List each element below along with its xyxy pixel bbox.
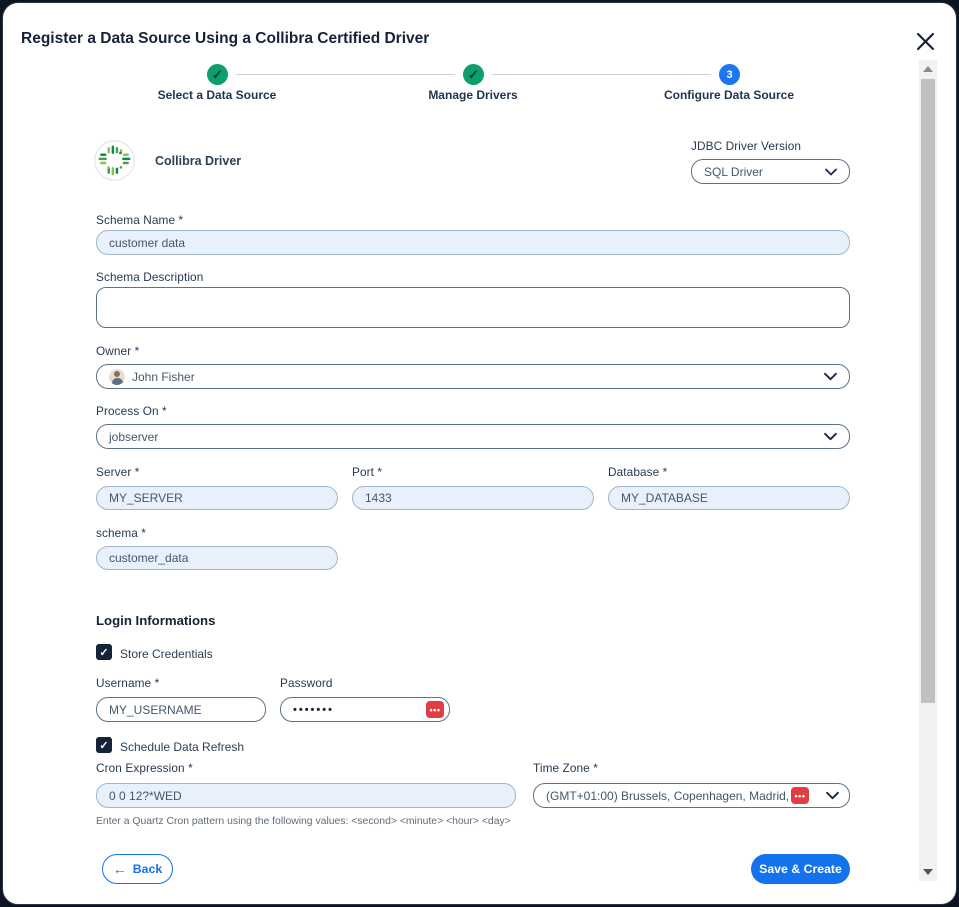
owner-value: John Fisher	[132, 370, 195, 384]
scrollbar-track[interactable]	[919, 60, 937, 881]
time-zone-label: Time Zone *	[533, 761, 598, 775]
password-input[interactable]: ••••••• •••	[280, 697, 450, 722]
step-1-label: Select a Data Source	[132, 88, 302, 102]
schedule-data-refresh-label: Schedule Data Refresh	[120, 740, 244, 754]
schema-input[interactable]	[96, 546, 338, 570]
port-input[interactable]	[352, 486, 594, 510]
password-label: Password	[280, 676, 333, 690]
schema-description-textarea[interactable]	[96, 287, 850, 328]
schedule-data-refresh-checkbox[interactable]: ✓	[96, 737, 112, 753]
back-button[interactable]: ← Back	[102, 854, 173, 884]
time-zone-select[interactable]: (GMT+01:00) Brussels, Copenhagen, Madrid…	[533, 783, 850, 808]
cron-expression-input[interactable]	[96, 783, 516, 808]
store-credentials-checkbox[interactable]: ✓	[96, 644, 112, 660]
check-icon: ✓	[99, 646, 108, 659]
password-value: •••••••	[293, 704, 334, 716]
database-input[interactable]	[608, 486, 850, 510]
step-number: 3	[726, 69, 732, 81]
save-create-button-label: Save & Create	[759, 862, 842, 876]
scrollbar-thumb[interactable]	[921, 79, 935, 703]
register-data-source-modal: Register a Data Source Using a Collibra …	[2, 2, 957, 905]
database-label: Database *	[608, 465, 667, 479]
arrow-left-icon: ←	[113, 861, 127, 877]
password-manager-icon[interactable]: •••	[426, 701, 444, 718]
back-button-label: Back	[133, 862, 162, 876]
chevron-down-icon	[826, 791, 839, 800]
collibra-driver-logo-icon	[94, 140, 135, 181]
check-icon: ✓	[212, 67, 223, 83]
cron-helper-text: Enter a Quartz Cron pattern using the fo…	[96, 816, 511, 827]
schema-label: schema *	[96, 526, 146, 540]
schema-description-label: Schema Description	[96, 270, 203, 284]
scrollbar-up-arrow-icon[interactable]	[923, 66, 933, 72]
process-on-value: jobserver	[109, 430, 158, 444]
store-credentials-label: Store Credentials	[120, 647, 213, 661]
close-icon	[916, 32, 935, 51]
close-button[interactable]	[911, 27, 939, 55]
port-label: Port *	[352, 465, 382, 479]
owner-select[interactable]: John Fisher	[96, 364, 850, 389]
step-3-circle[interactable]: 3	[719, 64, 740, 85]
login-informations-heading: Login Informations	[96, 613, 215, 628]
check-icon: ✓	[468, 67, 479, 83]
scrollbar-down-arrow-icon[interactable]	[923, 869, 933, 875]
owner-avatar	[109, 369, 125, 385]
chevron-down-icon	[824, 372, 837, 381]
server-input[interactable]	[96, 486, 338, 510]
chevron-down-icon	[824, 432, 837, 441]
process-on-label: Process On *	[96, 404, 167, 418]
step-2-label: Manage Drivers	[388, 88, 558, 102]
password-manager-icon[interactable]: •••	[791, 787, 809, 804]
schema-name-label: Schema Name *	[96, 213, 183, 227]
step-1-circle[interactable]: ✓	[207, 64, 228, 85]
server-label: Server *	[96, 465, 139, 479]
step-connector-1	[236, 74, 455, 76]
jdbc-driver-version-value: SQL Driver	[704, 165, 763, 179]
time-zone-value: (GMT+01:00) Brussels, Copenhagen, Madrid…	[546, 789, 798, 803]
jdbc-driver-version-label: JDBC Driver Version	[691, 139, 801, 153]
driver-name: Collibra Driver	[155, 154, 241, 168]
step-2-circle[interactable]: ✓	[463, 64, 484, 85]
schema-name-input[interactable]	[96, 230, 850, 255]
step-3-label: Configure Data Source	[644, 88, 814, 102]
jdbc-driver-version-select[interactable]: SQL Driver	[691, 159, 850, 184]
save-create-button[interactable]: Save & Create	[751, 854, 850, 884]
username-label: Username *	[96, 676, 159, 690]
check-icon: ✓	[99, 739, 108, 752]
step-connector-2	[492, 74, 711, 76]
modal-title: Register a Data Source Using a Collibra …	[21, 30, 429, 48]
cron-expression-label: Cron Expression *	[96, 761, 193, 775]
process-on-select[interactable]: jobserver	[96, 424, 850, 449]
username-input[interactable]	[96, 697, 266, 722]
owner-label: Owner *	[96, 344, 139, 358]
chevron-down-icon	[825, 168, 837, 176]
